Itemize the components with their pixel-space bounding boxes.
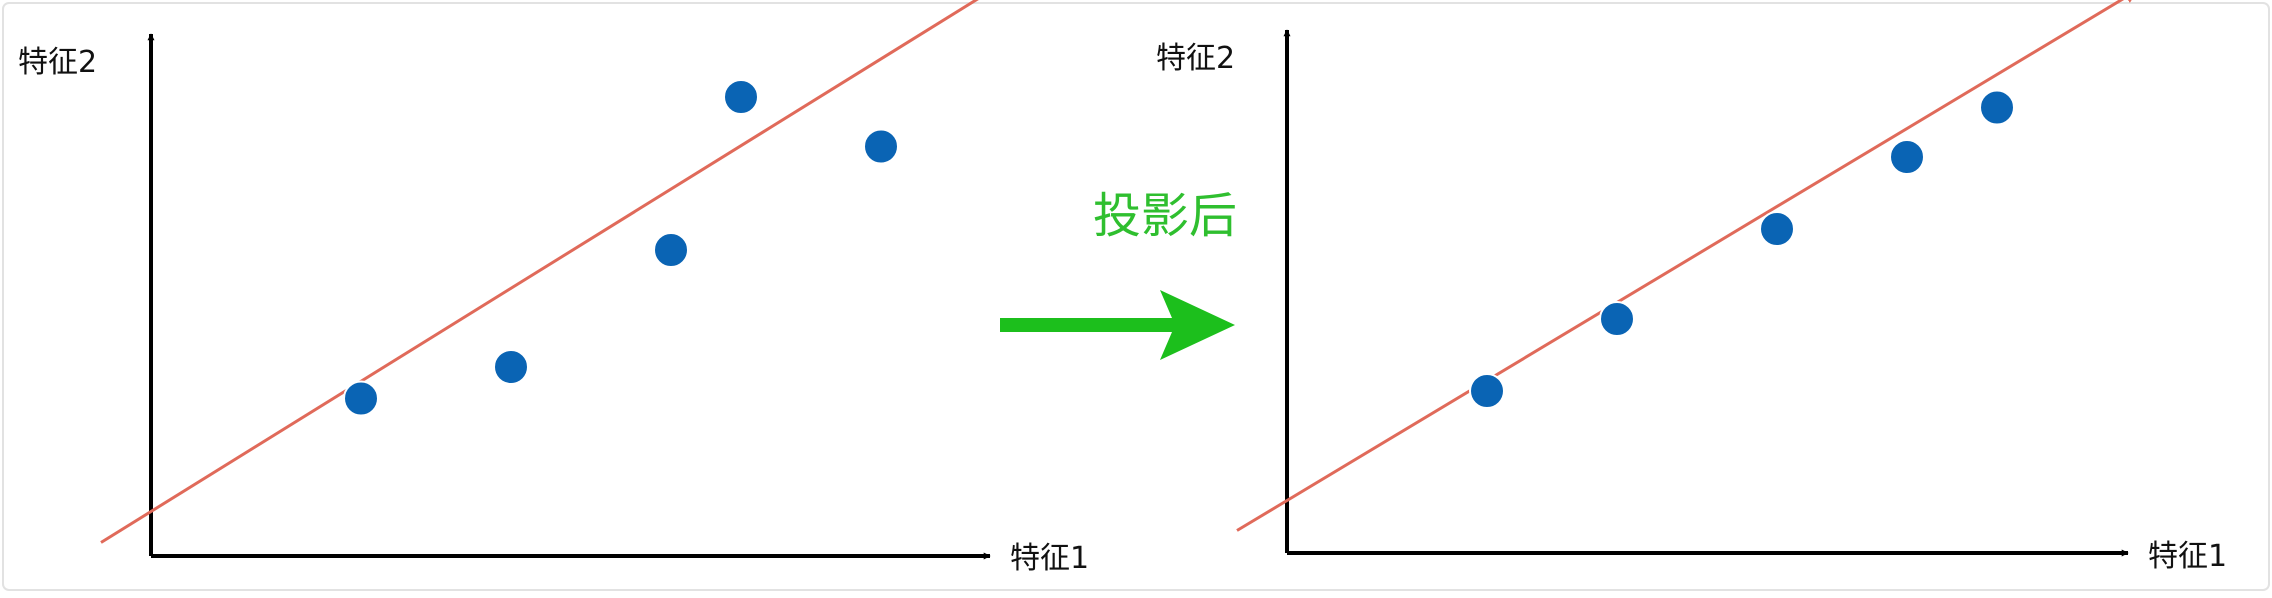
data-point-3 bbox=[653, 232, 689, 268]
data-point-4 bbox=[723, 79, 759, 115]
x-axis-label: 特征1 bbox=[2148, 539, 2227, 574]
data-marks bbox=[100, 0, 979, 544]
y-axis-label: 特征2 bbox=[18, 45, 97, 80]
data-point-1 bbox=[1469, 373, 1505, 409]
projection-diagram: 特征2 特征1 投影后 特征2 特征1 bbox=[2, 0, 2270, 591]
diagram-canvas: 特征2 特征1 投影后 特征2 特征1 bbox=[0, 0, 2272, 593]
panel-after-projection: 特征2 特征1 bbox=[1156, 0, 2227, 574]
data-point-5 bbox=[863, 128, 899, 165]
outer-frame bbox=[2, 2, 2270, 591]
panel-before-projection: 特征2 特征1 bbox=[18, 0, 1089, 576]
green-arrow-icon bbox=[1000, 290, 1235, 360]
projection-caption: 投影后 bbox=[1093, 188, 1237, 244]
data-point-2 bbox=[1599, 301, 1635, 337]
data-point-3 bbox=[1759, 211, 1795, 247]
data-point-5 bbox=[1979, 89, 2015, 126]
regression-line bbox=[100, 0, 979, 544]
y-axis-label: 特征2 bbox=[1156, 41, 1235, 76]
x-axis-label: 特征1 bbox=[1010, 541, 1089, 576]
data-point-2 bbox=[493, 349, 529, 385]
transition: 投影后 bbox=[1000, 188, 1237, 360]
data-point-4 bbox=[1889, 139, 1925, 175]
data-point-1 bbox=[343, 380, 379, 417]
data-marks bbox=[1236, 0, 2139, 532]
regression-line bbox=[1236, 0, 2139, 532]
